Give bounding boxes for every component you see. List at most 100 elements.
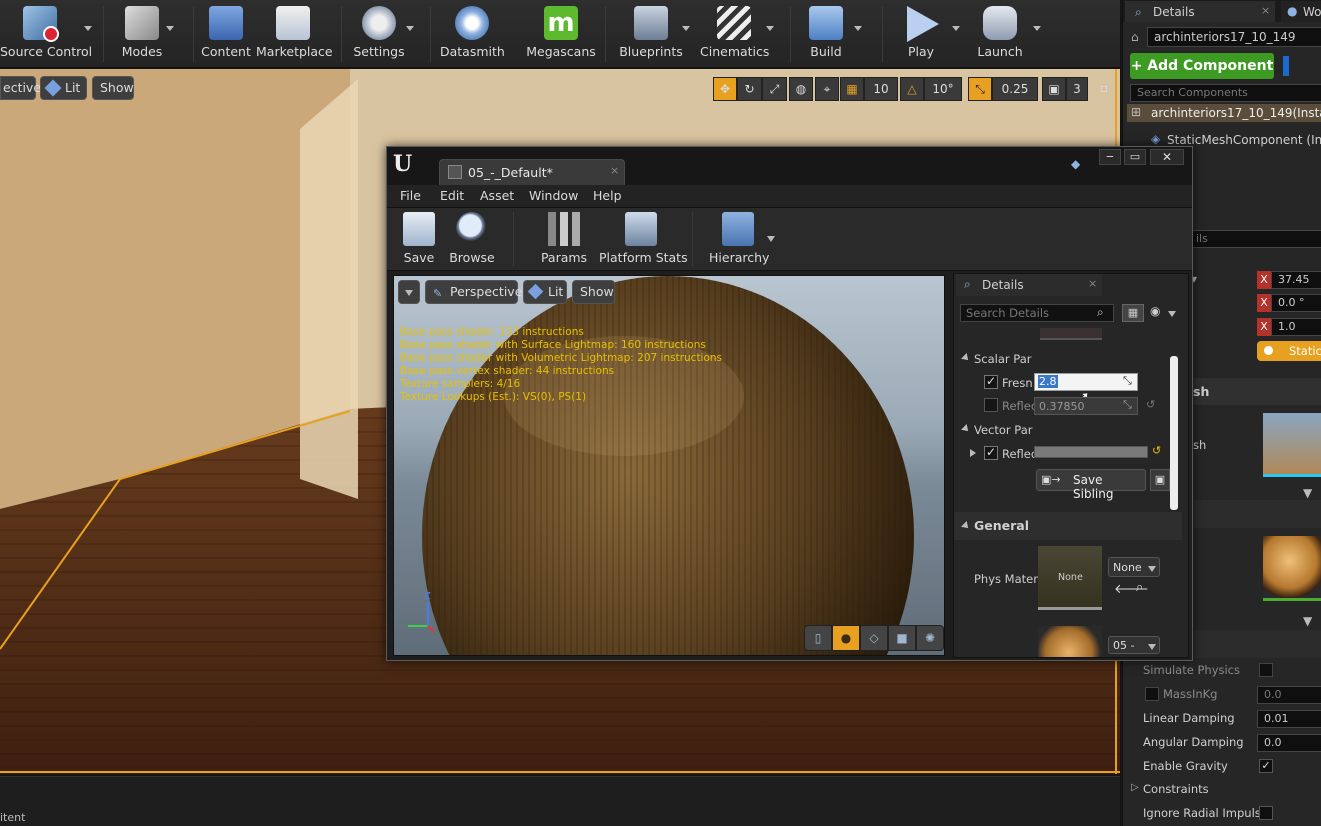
chevron-down-icon[interactable]	[166, 26, 174, 31]
browse-button[interactable]: Browse	[447, 208, 497, 270]
modes-button[interactable]: Modes	[114, 0, 174, 68]
grid-snap-value[interactable]: 10	[864, 77, 898, 101]
cinematics-button[interactable]: Cinematics	[700, 0, 774, 68]
chevron-down-icon[interactable]	[1033, 26, 1041, 31]
search-components-input[interactable]: Search Components	[1130, 84, 1321, 102]
ignore-radial-impulse-checkbox[interactable]	[1259, 806, 1273, 820]
menu-asset[interactable]: Asset	[480, 188, 514, 203]
sphere-preview-icon[interactable]: ●	[832, 625, 860, 651]
camera-speed-icon[interactable]: ▣	[1042, 77, 1066, 101]
chevron-down-icon[interactable]	[952, 26, 960, 31]
maximize-icon[interactable]: ▭	[1124, 149, 1146, 165]
property-matrix-icon[interactable]: ▦	[1122, 304, 1144, 322]
world-space-icon[interactable]: ◍	[789, 77, 813, 101]
rotation-snap-value[interactable]: 10°	[924, 77, 962, 101]
save-sibling-button[interactable]: ▣→ Save Sibling	[1036, 469, 1146, 501]
viewport-perspective-button[interactable]: ective	[0, 76, 41, 100]
menu-window[interactable]: Window	[529, 188, 578, 203]
phys-material-thumbnail[interactable]: None	[1038, 546, 1102, 610]
enable-gravity-checkbox[interactable]: ✓	[1259, 759, 1273, 773]
platform-stats-button[interactable]: Platform Stats	[599, 208, 688, 270]
chevron-down-icon[interactable]	[682, 26, 690, 31]
save-button[interactable]: Save	[397, 208, 441, 270]
close-icon[interactable]: ×	[1088, 277, 1097, 290]
hierarchy-button[interactable]: Hierarchy	[709, 208, 769, 270]
preview-lit-button[interactable]: Lit	[523, 280, 567, 304]
viewport-options-button[interactable]	[398, 280, 420, 304]
browse-asset-icon[interactable]: ⌕	[1136, 580, 1143, 595]
chevron-down-icon[interactable]	[766, 26, 774, 31]
color-swatch[interactable]	[1034, 446, 1148, 458]
plane-preview-icon[interactable]: ◇	[860, 625, 888, 651]
camera-speed-value[interactable]: 3	[1066, 77, 1088, 101]
feedback-icon[interactable]: ◆	[1071, 157, 1080, 171]
rotation-x-field[interactable]: 0.0 °	[1271, 294, 1321, 312]
linear-damping-field[interactable]: 0.01	[1257, 710, 1321, 728]
search-details-input[interactable]: Search Details ⌕	[960, 304, 1114, 322]
collapse-arrow-icon[interactable]	[961, 353, 971, 363]
save-child-icon[interactable]: ▣	[1150, 469, 1170, 491]
rotation-snap-icon[interactable]: △	[900, 77, 924, 101]
search-details-input[interactable]: ils	[1189, 230, 1321, 248]
blueprint-button-partial[interactable]	[1283, 56, 1289, 76]
cube-preview-icon[interactable]: ■	[888, 625, 916, 651]
reset-to-default-icon[interactable]: ↺	[1152, 444, 1161, 457]
menu-file[interactable]: File	[400, 188, 421, 203]
reflection-value-field[interactable]: 0.37850 ⤡	[1034, 397, 1138, 415]
vector-params-section[interactable]: Vector Par	[974, 423, 1033, 437]
expand-arrow-icon[interactable]	[970, 449, 976, 457]
chevron-down-icon[interactable]: ▼	[1303, 614, 1312, 628]
chevron-down-icon[interactable]	[767, 236, 775, 242]
minimize-icon[interactable]: ‒	[1099, 149, 1121, 165]
scale-x-field[interactable]: 1.0	[1271, 318, 1321, 336]
location-x-field[interactable]: 37.45	[1271, 271, 1321, 289]
chevron-down-icon[interactable]	[406, 26, 414, 31]
window-titlebar[interactable]: U 05_-_Default* × ◆ ‒ ▭ ✕	[387, 147, 1192, 185]
close-window-icon[interactable]: ✕	[1150, 149, 1184, 165]
chevron-down-icon[interactable]: ▼	[1303, 486, 1312, 500]
rotate-tool-icon[interactable]: ↻	[737, 77, 762, 101]
preview-perspective-button[interactable]: ✎ Perspective	[425, 280, 522, 304]
build-button[interactable]: Build	[804, 0, 862, 68]
simulate-physics-checkbox[interactable]	[1259, 663, 1273, 677]
chevron-down-icon[interactable]	[84, 26, 92, 31]
phys-material-combo[interactable]: None	[1108, 557, 1160, 577]
marketplace-button[interactable]: Marketplace	[256, 0, 333, 68]
scale-snap-icon[interactable]: ⤡	[968, 77, 992, 101]
custom-mesh-preview-icon[interactable]: ✺	[916, 625, 944, 651]
translate-tool-icon[interactable]: ✥	[713, 77, 737, 101]
root-component-row[interactable]: ⊞ archinteriors17_10_149(Instanc	[1127, 104, 1321, 122]
grid-snap-icon[interactable]: ▦	[840, 77, 864, 101]
static-mesh-component-label[interactable]: StaticMeshComponent (Inher	[1167, 133, 1321, 147]
settings-button[interactable]: Settings	[350, 0, 414, 68]
mobility-static-button[interactable]: Static	[1257, 341, 1321, 361]
actor-name-field[interactable]: archinteriors17_10_149	[1147, 27, 1321, 47]
megascans-button[interactable]: m Megascans	[526, 0, 596, 68]
mass-in-kg-field[interactable]: 0.0	[1257, 686, 1321, 704]
viewport-lit-button[interactable]: Lit	[40, 76, 87, 100]
launch-button[interactable]: Launch	[975, 0, 1041, 68]
preview-show-button[interactable]: Show	[572, 280, 615, 304]
chevron-down-icon[interactable]	[1168, 311, 1176, 317]
menu-help[interactable]: Help	[593, 188, 622, 203]
close-icon[interactable]: ×	[1261, 4, 1270, 17]
angular-damping-field[interactable]: 0.0	[1257, 734, 1321, 752]
blueprints-button[interactable]: Blueprints	[618, 0, 690, 68]
reflection-override-checkbox[interactable]	[984, 398, 998, 412]
parent-material-thumbnail[interactable]	[1038, 626, 1102, 657]
collapse-arrow-icon[interactable]	[961, 424, 971, 434]
material-preview-viewport[interactable]: ✎ Perspective Lit Show Base pass shader:…	[393, 275, 945, 656]
mass-override-checkbox[interactable]	[1145, 687, 1159, 701]
maximize-viewport-icon[interactable]: ▫	[1093, 77, 1115, 101]
general-section-header[interactable]: General	[954, 512, 1182, 540]
details-tab[interactable]: ⌕ Details ×	[956, 274, 1102, 296]
menu-edit[interactable]: Edit	[440, 188, 464, 203]
constraints-label[interactable]: Constraints	[1143, 782, 1209, 796]
close-tab-icon[interactable]: ×	[610, 164, 619, 177]
content-button[interactable]: Content	[200, 0, 252, 68]
parent-material-combo[interactable]: 05 -	[1108, 636, 1160, 654]
add-component-button[interactable]: + Add Component	[1130, 53, 1274, 79]
reset-to-default-icon[interactable]: ↺	[1146, 398, 1155, 411]
use-selected-arrow-icon[interactable]: 🡐	[1114, 581, 1149, 597]
scalar-params-section[interactable]: Scalar Par	[974, 352, 1032, 366]
